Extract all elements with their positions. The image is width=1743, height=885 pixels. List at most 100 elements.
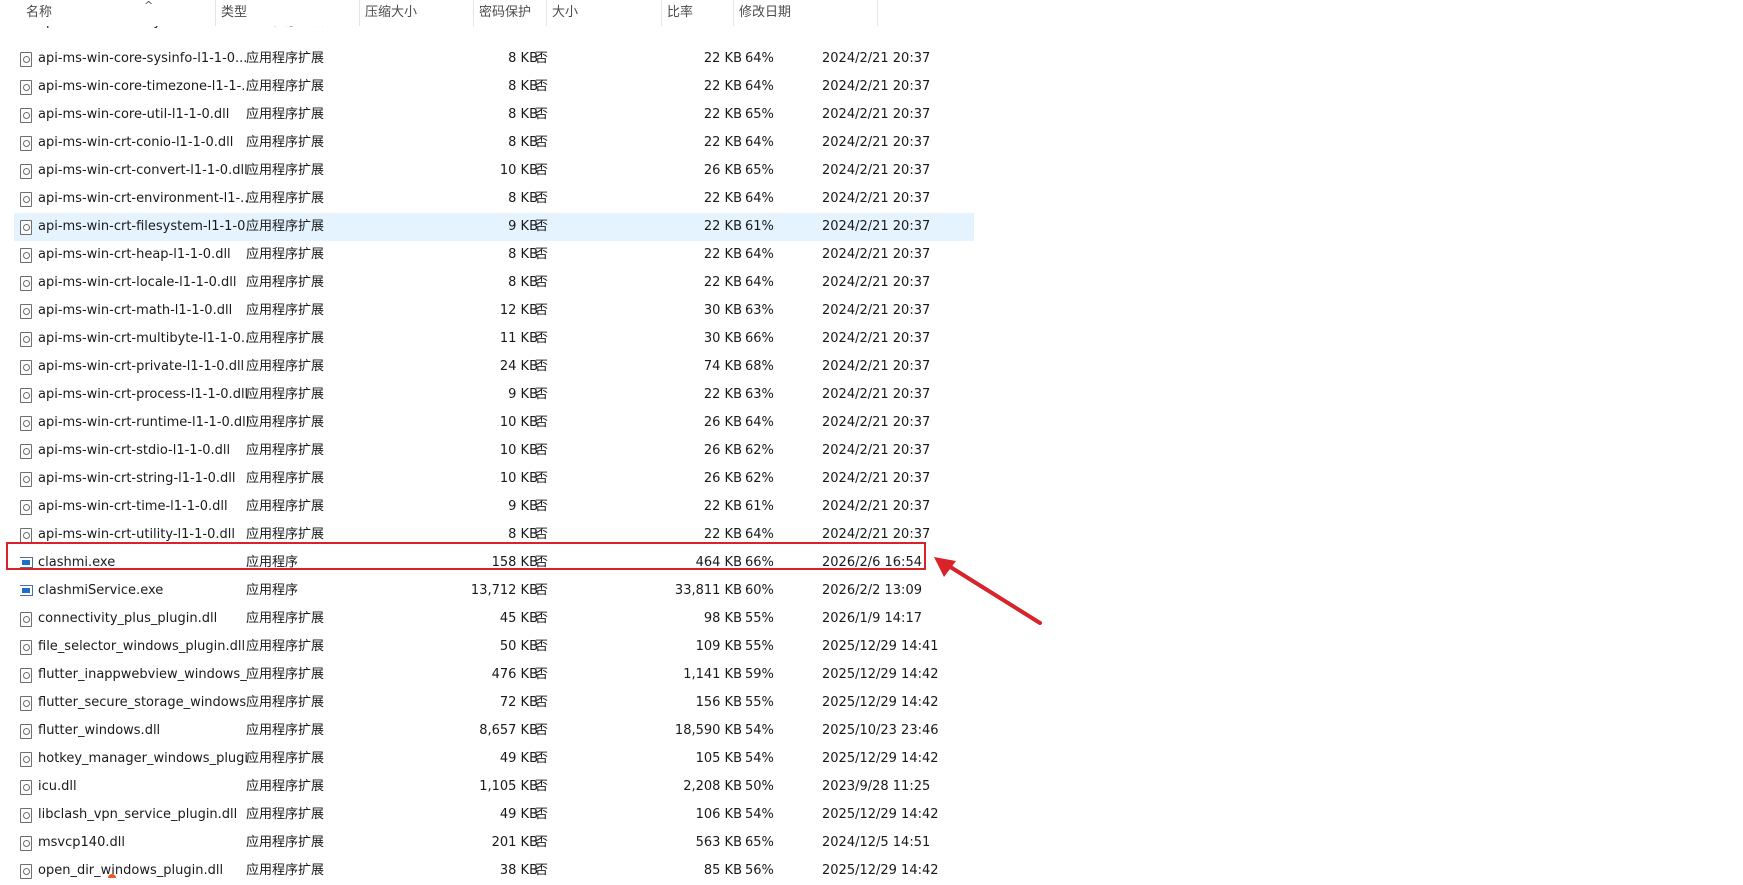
file-type: 应用程序扩展 — [246, 499, 325, 514]
file-row[interactable]: api-ms-win-crt-process-l1-1-0.dll 应用程序扩展 9… — [14, 381, 974, 409]
file-row[interactable]: api-ms-win-crt-time-l1-1-0.dll 应用程序扩展 9 KB… — [14, 493, 974, 521]
file-row[interactable]: flutter_secure_storage_windows... 应用程序扩展 7… — [14, 689, 974, 717]
column-type-label: 类型 — [221, 5, 248, 20]
file-compressed-size: 476 KB — [491, 667, 538, 682]
file-ratio: 64% — [745, 51, 774, 66]
file-row[interactable]: flutter_inappwebview_windows_... 应用程序扩展 47… — [14, 661, 974, 689]
file-modified: 2024/2/21 20:37 — [822, 135, 931, 150]
file-name: flutter_secure_storage_windows... — [38, 695, 248, 710]
file-modified: 2024/2/21 20:37 — [822, 331, 931, 346]
file-password: 否 — [535, 499, 549, 514]
file-compressed-size: 8 KB — [508, 51, 538, 66]
file-row-highlighted[interactable]: clashmi.exe 应用程序 158 KB 否 464 KB 66% 2026/2/6 … — [14, 549, 974, 577]
column-header-type[interactable]: 类型 — [215, 0, 360, 26]
column-header-compressed-size[interactable]: 压缩大小 — [359, 0, 474, 26]
file-size: 22 KB — [703, 135, 742, 150]
dll-file-icon — [20, 605, 36, 633]
file-row[interactable]: api-ms-win-core-util-l1-1-0.dll 应用程序扩展 8 K… — [14, 101, 974, 129]
file-row[interactable]: api-ms-win-crt-filesystem-l1-1-0... 应用程序扩… — [14, 213, 974, 241]
file-password: 否 — [535, 695, 549, 710]
file-compressed-size: 9 KB — [508, 499, 538, 514]
file-row[interactable]: api-ms-win-crt-utility-l1-1-0.dll 应用程序扩展 8… — [14, 521, 974, 549]
file-compressed-size: 38 KB — [499, 863, 538, 878]
file-row[interactable]: api-ms-win-core-sysinfo-l1-1-0.... 应用程序扩展… — [14, 45, 974, 73]
file-row[interactable]: msvcp140.dll 应用程序扩展 201 KB 否 563 KB 65% 2024/1… — [14, 829, 974, 857]
column-header-name[interactable]: 名称 ^ — [20, 0, 216, 26]
file-ratio: 63% — [745, 387, 774, 402]
dll-file-icon — [20, 269, 36, 297]
file-password: 否 — [535, 555, 549, 570]
file-type: 应用程序扩展 — [246, 751, 325, 766]
file-row[interactable]: clashmiService.exe 应用程序 13,712 KB 否 33,811 K… — [14, 577, 974, 605]
exe-file-icon — [20, 577, 36, 605]
file-name: flutter_inappwebview_windows_... — [38, 667, 248, 682]
file-type: 应用程序扩展 — [246, 387, 325, 402]
file-type: 应用程序扩展 — [246, 723, 325, 738]
file-size: 22 KB — [703, 499, 742, 514]
file-row[interactable]: flutter_windows.dll 应用程序扩展 8,657 KB 否 18,590… — [14, 717, 974, 745]
file-name: api-ms-win-crt-math-l1-1-0.dll — [38, 303, 233, 318]
file-row[interactable]: api-ms-win-crt-multibyte-l1-1-0.... 应用程序扩… — [14, 325, 974, 353]
file-row[interactable]: api-ms-win-crt-private-l1-1-0.dll 应用程序扩展 2… — [14, 353, 974, 381]
file-size: 22 KB — [703, 191, 742, 206]
file-name: api-ms-win-crt-filesystem-l1-1-0... — [38, 219, 248, 234]
column-size-label: 大小 — [552, 5, 579, 20]
dll-file-icon — [20, 661, 36, 689]
file-row[interactable]: api-ms-win-crt-stdio-l1-1-0.dll 应用程序扩展 10 … — [14, 437, 974, 465]
file-name: api-ms-win-crt-environment-l1-... — [38, 191, 248, 206]
file-row[interactable]: icu.dll 应用程序扩展 1,105 KB 否 2,208 KB 50% 2023/9/… — [14, 773, 974, 801]
file-compressed-size: 10 KB — [499, 415, 538, 430]
file-ratio: 55% — [745, 639, 774, 654]
file-name: libclash_vpn_service_plugin.dll — [38, 807, 238, 822]
file-name: api-ms-win-core-timezone-l1-1-... — [38, 79, 248, 94]
column-ratio-label: 比率 — [667, 5, 694, 20]
file-size: 22 KB — [703, 79, 742, 94]
file-modified: 2025/12/29 14:41 — [822, 639, 939, 654]
file-compressed-size: 12 KB — [499, 303, 538, 318]
column-header-size[interactable]: 大小 — [546, 0, 662, 26]
file-row[interactable]: api-ms-win-crt-runtime-l1-1-0.dll 应用程序扩展 1… — [14, 409, 974, 437]
file-password: 否 — [535, 611, 549, 626]
file-row[interactable]: open_dir_windows_plugin.dll 应用程序扩展 38 KB 否 8… — [14, 857, 974, 885]
file-modified: 2024/2/21 20:37 — [822, 471, 931, 486]
file-compressed-size: 49 KB — [499, 751, 538, 766]
file-row[interactable]: api-ms-win-crt-heap-l1-1-0.dll 应用程序扩展 8 KB… — [14, 241, 974, 269]
column-header-modified[interactable]: 修改日期 — [733, 0, 878, 26]
file-row[interactable]: api-ms-win-crt-locale-l1-1-0.dll 应用程序扩展 8 … — [14, 269, 974, 297]
file-password: 否 — [535, 751, 549, 766]
column-compressed-size-label: 压缩大小 — [365, 5, 418, 20]
file-row[interactable]: api-ms-win-crt-environment-l1-... 应用程序扩展 8… — [14, 185, 974, 213]
file-name: open_dir_windows_plugin.dll — [38, 863, 224, 878]
file-modified: 2024/2/21 20:37 — [822, 443, 931, 458]
file-ratio: 54% — [745, 723, 774, 738]
file-password: 否 — [535, 79, 549, 94]
file-row[interactable]: api-ms-win-crt-convert-l1-1-0.dll 应用程序扩展 1… — [14, 157, 974, 185]
file-modified: 2024/2/21 20:37 — [822, 51, 931, 66]
file-row[interactable]: connectivity_plus_plugin.dll 应用程序扩展 45 KB 否… — [14, 605, 974, 633]
file-row[interactable]: libclash_vpn_service_plugin.dll 应用程序扩展 49 … — [14, 801, 974, 829]
file-row[interactable]: hotkey_manager_windows_plugi... 应用程序扩展 49 … — [14, 745, 974, 773]
column-header-ratio[interactable]: 比率 — [661, 0, 734, 26]
file-row[interactable]: api-ms-win-crt-string-l1-1-0.dll 应用程序扩展 10… — [14, 465, 974, 493]
file-compressed-size: 10 KB — [499, 163, 538, 178]
file-row[interactable]: api-ms-win-crt-conio-l1-1-0.dll 应用程序扩展 8 K… — [14, 129, 974, 157]
file-ratio: 54% — [745, 751, 774, 766]
dll-file-icon — [20, 493, 36, 521]
file-row[interactable]: api-ms-win-crt-math-l1-1-0.dll 应用程序扩展 12 K… — [14, 297, 974, 325]
file-password: 否 — [535, 807, 549, 822]
file-password: 否 — [535, 863, 549, 878]
file-ratio: 65% — [745, 163, 774, 178]
file-ratio: 64% — [745, 135, 774, 150]
column-header-password[interactable]: 密码保护 — [473, 0, 547, 26]
file-ratio: 62% — [745, 471, 774, 486]
file-compressed-size: 13,712 KB — [470, 583, 538, 598]
file-type: 应用程序扩展 — [246, 219, 325, 234]
file-row[interactable]: file_selector_windows_plugin.dll 应用程序扩展 50… — [14, 633, 974, 661]
dll-file-icon — [20, 381, 36, 409]
file-password: 否 — [535, 275, 549, 290]
file-row[interactable]: api-ms-win-core-timezone-l1-1-... 应用程序扩展 8… — [14, 73, 974, 101]
file-type: 应用程序扩展 — [246, 667, 325, 682]
file-password: 否 — [535, 219, 549, 234]
file-type: 应用程序扩展 — [246, 835, 325, 850]
exe-file-icon — [20, 549, 36, 577]
